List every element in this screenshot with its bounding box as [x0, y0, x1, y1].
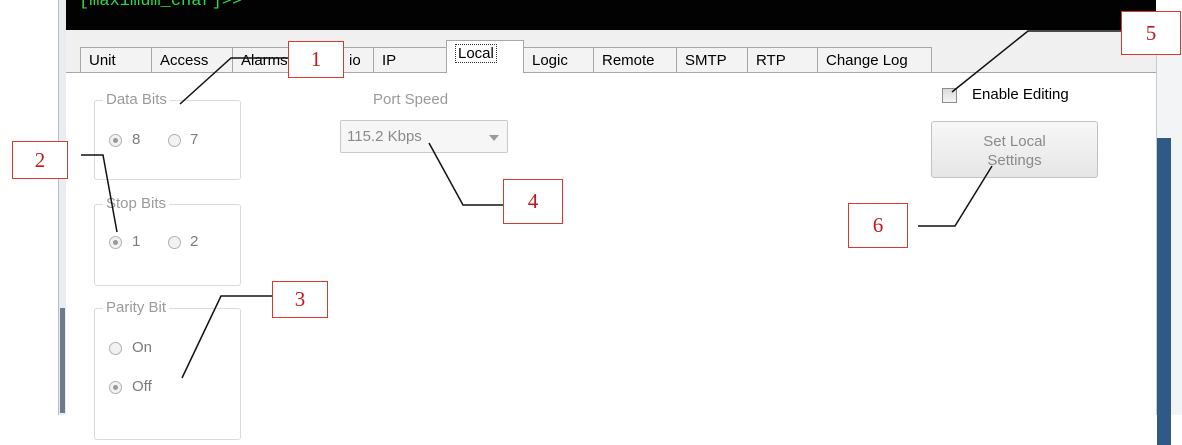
- callout-4: 4: [503, 179, 563, 224]
- stop-bits-2-radio[interactable]: [168, 236, 181, 249]
- tab-unit[interactable]: Unit: [80, 47, 152, 72]
- callout-6: 6: [848, 203, 908, 248]
- stop-bits-1-radio[interactable]: [109, 236, 122, 249]
- parity-bit-title: Parity Bit: [103, 299, 170, 316]
- set-local-button-line2: Settings: [987, 152, 1042, 169]
- data-bits-8-radio[interactable]: [109, 134, 122, 147]
- callout-3: 3: [272, 281, 328, 318]
- data-bits-7-radio[interactable]: [168, 134, 181, 147]
- tab-label: SMTP: [685, 52, 727, 69]
- callout-1: 1: [288, 41, 344, 78]
- tab-label: Change Log: [826, 52, 908, 69]
- tab-label: Alarms: [241, 52, 288, 69]
- tab-label: Local: [455, 44, 497, 63]
- port-speed-value: 115.2 Kbps: [347, 128, 422, 145]
- set-local-settings-button[interactable]: Set Local Settings: [931, 121, 1098, 178]
- tab-label: Access: [160, 52, 209, 69]
- chevron-down-icon: [489, 135, 499, 141]
- tab-label: Remote: [602, 52, 655, 69]
- vertical-scrollbar[interactable]: [1156, 30, 1182, 445]
- terminal-output: [maximum_char]>>: [66, 0, 1156, 31]
- data-bits-title: Data Bits: [103, 91, 170, 108]
- tab-change-log[interactable]: Change Log: [817, 47, 932, 72]
- terminal-prompt-text: [maximum_char]>>: [79, 0, 243, 11]
- data-bits-7-label: 7: [190, 131, 199, 148]
- set-local-button-line1: Set Local: [983, 133, 1046, 150]
- tab-label: Unit: [89, 52, 116, 69]
- tab-label: IP: [382, 52, 397, 69]
- parity-bit-group: Parity Bit On Off: [94, 299, 241, 440]
- stop-bits-group: Stop Bits 1 2: [94, 195, 241, 286]
- tab-ip[interactable]: IP: [373, 47, 447, 72]
- parity-off-radio[interactable]: [109, 381, 122, 394]
- stop-bits-1-label: 1: [132, 233, 141, 250]
- parity-on-label: On: [132, 339, 153, 356]
- tab-label: RTP: [756, 52, 786, 69]
- data-bits-group: Data Bits 8 7: [94, 91, 241, 180]
- tab-access[interactable]: Access: [151, 47, 233, 72]
- data-bits-8-label: 8: [132, 131, 141, 148]
- enable-editing-label: Enable Editing: [972, 86, 1069, 103]
- tab-rtp[interactable]: RTP: [747, 47, 818, 72]
- parity-off-label: Off: [132, 378, 152, 395]
- tab-logic[interactable]: Logic: [523, 47, 594, 72]
- parity-on-radio[interactable]: [109, 342, 122, 355]
- callout-2: 2: [12, 141, 68, 179]
- stop-bits-2-label: 2: [190, 233, 199, 250]
- tab-local[interactable]: Local: [446, 40, 524, 73]
- tab-label: Logic: [532, 52, 568, 69]
- port-speed-label: Port Speed: [373, 91, 449, 108]
- stop-bits-title: Stop Bits: [103, 195, 170, 212]
- callout-5: 5: [1121, 11, 1181, 55]
- tab-smtp[interactable]: SMTP: [676, 47, 748, 72]
- tab-label: io: [349, 52, 361, 69]
- enable-editing-checkbox[interactable]: [942, 88, 957, 103]
- port-speed-dropdown[interactable]: 115.2 Kbps: [340, 120, 508, 153]
- splitter-grip[interactable]: [60, 308, 65, 413]
- tab-remote[interactable]: Remote: [593, 47, 677, 72]
- scrollbar-thumb[interactable]: [1157, 138, 1171, 445]
